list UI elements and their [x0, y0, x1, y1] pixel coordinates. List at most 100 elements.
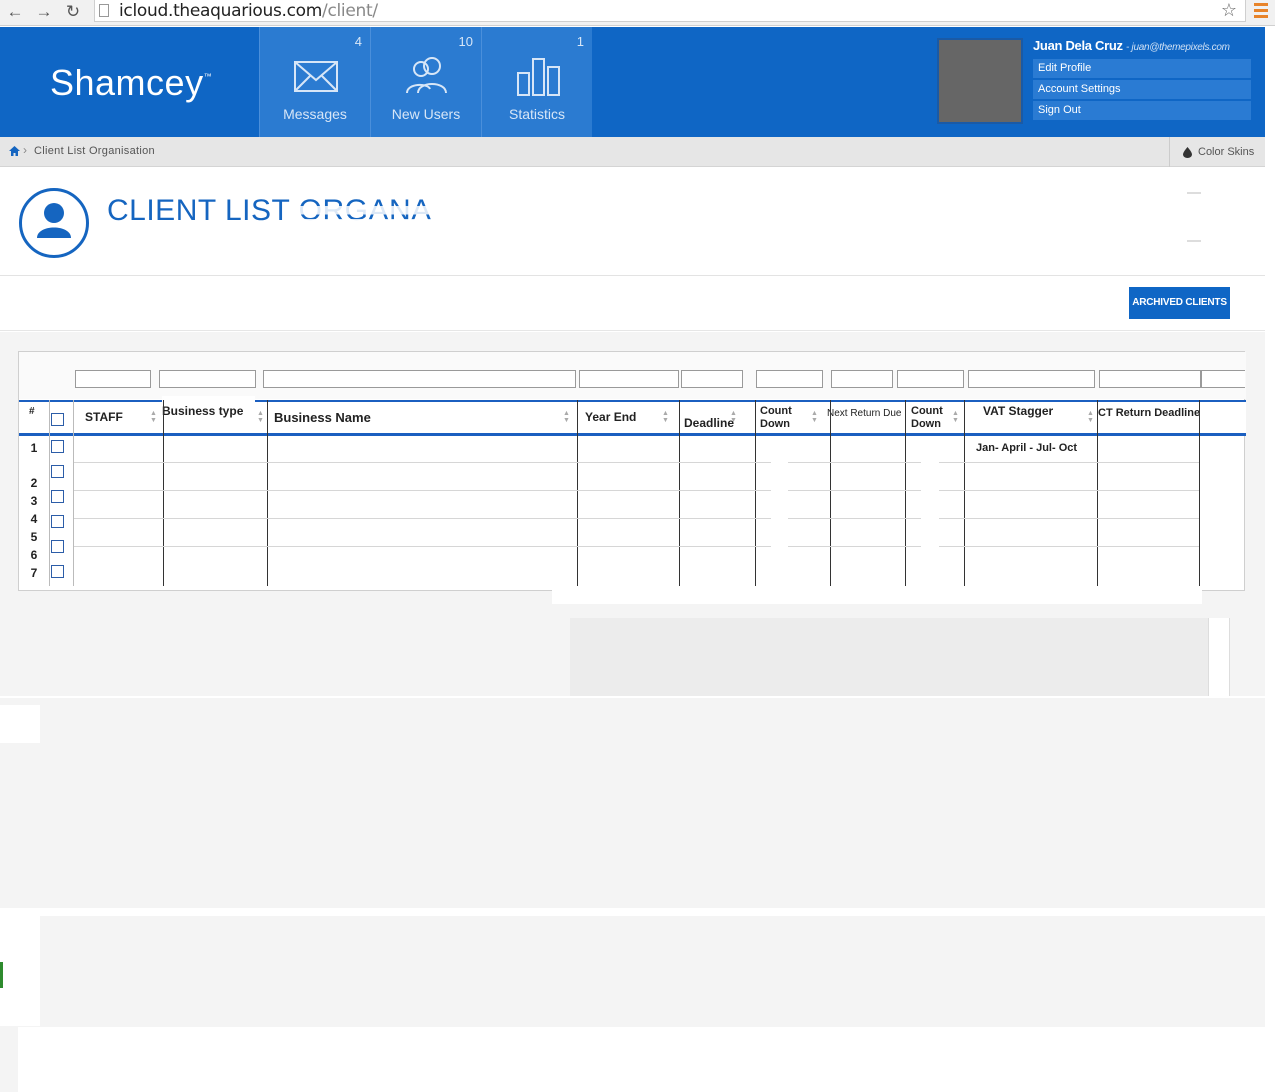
- row-checkbox[interactable]: [51, 565, 64, 578]
- vat-stagger-value: Jan- April - Jul- Oct: [976, 442, 1078, 454]
- divider: [679, 400, 680, 586]
- account-settings-link[interactable]: Account Settings: [1033, 80, 1251, 99]
- col-business-name[interactable]: Business Name: [274, 402, 391, 433]
- row-checkbox[interactable]: [51, 490, 64, 503]
- select-all-checkbox[interactable]: [51, 413, 64, 426]
- sort-icon: ▲ ▼: [662, 410, 669, 424]
- filter-business-name[interactable]: [263, 370, 576, 388]
- row-checkbox[interactable]: [51, 465, 64, 478]
- archived-clients-button[interactable]: ARCHIVED CLIENTS: [1129, 287, 1230, 319]
- user-name: Juan Dela Cruz - juan@themepixels.com: [1033, 38, 1230, 53]
- users-icon: [406, 57, 447, 94]
- col-next-return-due[interactable]: Next Return Due: [827, 398, 907, 429]
- render-artifact: [0, 696, 1275, 698]
- chevron-right-icon: ›: [23, 143, 27, 157]
- brand-logo[interactable]: Shamcey™: [50, 62, 212, 104]
- filter-business-type[interactable]: [159, 370, 256, 388]
- filter-year-end[interactable]: [579, 370, 679, 388]
- render-artifact: [0, 908, 1275, 916]
- divider: [73, 400, 74, 586]
- render-artifact: [0, 962, 3, 988]
- edit-profile-link[interactable]: Edit Profile: [1033, 59, 1251, 78]
- col-business-type[interactable]: Business type: [162, 396, 255, 427]
- action-bar: ARCHIVED CLIENTS: [0, 277, 1265, 331]
- bookmark-star-icon[interactable]: ☆: [1221, 0, 1237, 21]
- render-artifact: [0, 916, 40, 1026]
- divider: [830, 400, 831, 586]
- page-header: CLIENT LIST ORGANA: [0, 168, 1265, 276]
- table-header: # STAFF ▲ ▼ Business type ▲ ▼ Business Nam…: [19, 396, 1246, 436]
- breadcrumb: › Client List Organisation Color Skins: [0, 137, 1265, 167]
- sort-icon: ▲ ▼: [257, 410, 264, 424]
- browser-menu-icon[interactable]: [1254, 3, 1268, 19]
- render-artifact: [296, 206, 556, 228]
- col-year-end[interactable]: Year End: [585, 402, 655, 433]
- filter-ct-return-deadline[interactable]: [1099, 370, 1201, 388]
- bar-chart-icon: [517, 58, 560, 96]
- row-number: 2: [30, 476, 38, 490]
- filter-next-return-due[interactable]: [831, 370, 893, 388]
- render-artifact: [1187, 192, 1201, 194]
- nav-statistics[interactable]: 1 Statistics: [481, 27, 592, 137]
- render-artifact: [18, 1027, 1275, 1092]
- row-checkbox[interactable]: [51, 515, 64, 528]
- forward-icon[interactable]: →: [33, 1, 55, 23]
- render-artifact: [921, 444, 939, 586]
- render-artifact: [570, 618, 1210, 698]
- sort-icon: ▲ ▼: [1087, 410, 1094, 424]
- row-checkbox[interactable]: [51, 540, 64, 553]
- filter-count-down-2[interactable]: [897, 370, 964, 388]
- sort-icon: ▲ ▼: [150, 410, 157, 424]
- back-icon[interactable]: ←: [4, 1, 26, 23]
- filter-count-down-1[interactable]: [756, 370, 823, 388]
- url-path: /client/: [322, 1, 378, 21]
- statistics-count: 1: [576, 34, 584, 49]
- divider: [1097, 400, 1098, 586]
- col-count-down-1[interactable]: Count Down: [760, 402, 810, 433]
- col-num: #: [29, 406, 35, 417]
- filter-vat-stagger[interactable]: [968, 370, 1095, 388]
- reload-icon[interactable]: ↻: [62, 1, 84, 23]
- divider: [905, 400, 906, 586]
- sort-icon: ▲ ▼: [811, 410, 818, 424]
- sort-icon: ▲ ▼: [952, 410, 959, 424]
- new-users-count: 10: [458, 34, 473, 49]
- render-artifact: [0, 705, 40, 743]
- render-artifact: [771, 444, 788, 586]
- filter-extra[interactable]: [1201, 370, 1245, 388]
- nav-new-users[interactable]: 10 New Users: [370, 27, 481, 137]
- user-icon: [19, 188, 89, 258]
- row-checkbox[interactable]: [51, 440, 64, 453]
- filter-staff[interactable]: [75, 370, 151, 388]
- row-divider: [74, 518, 1199, 519]
- nav-messages[interactable]: 4 Messages: [259, 27, 370, 137]
- app-header: Shamcey™ 4 Messages 10 New Users 1 Stati…: [0, 27, 1265, 137]
- filter-deadline[interactable]: [681, 370, 743, 388]
- divider: [755, 400, 756, 586]
- divider: [49, 400, 50, 586]
- envelope-icon: [294, 61, 338, 92]
- row-number: 5: [30, 530, 38, 544]
- row-number: 4: [30, 512, 38, 526]
- statistics-label: Statistics: [508, 106, 565, 122]
- filter-row: [19, 352, 1246, 399]
- col-vat-stagger[interactable]: VAT Stagger: [983, 396, 1063, 427]
- row-number: 7: [30, 566, 38, 580]
- url-host: icloud.theaquarious.com: [119, 1, 323, 21]
- home-icon[interactable]: [9, 146, 20, 156]
- avatar[interactable]: [937, 38, 1023, 124]
- messages-label: Messages: [283, 106, 347, 122]
- color-skins-label: Color Skins: [1198, 146, 1255, 158]
- sign-out-link[interactable]: Sign Out: [1033, 101, 1251, 120]
- row-divider: [74, 462, 1199, 463]
- new-users-label: New Users: [391, 106, 461, 122]
- divider: [577, 400, 578, 586]
- client-grid: # STAFF ▲ ▼ Business type ▲ ▼ Business Nam…: [18, 351, 1246, 591]
- render-artifact: [1187, 240, 1201, 242]
- color-skins-button[interactable]: Color Skins: [1169, 137, 1265, 167]
- divider: [964, 400, 965, 586]
- col-count-down-2[interactable]: Count Down: [911, 402, 955, 433]
- render-artifact: [1208, 618, 1230, 696]
- col-ct-return-deadline[interactable]: CT Return Deadline: [1098, 398, 1208, 429]
- address-bar[interactable]: icloud.theaquarious.com/client/ ☆: [94, 0, 1246, 22]
